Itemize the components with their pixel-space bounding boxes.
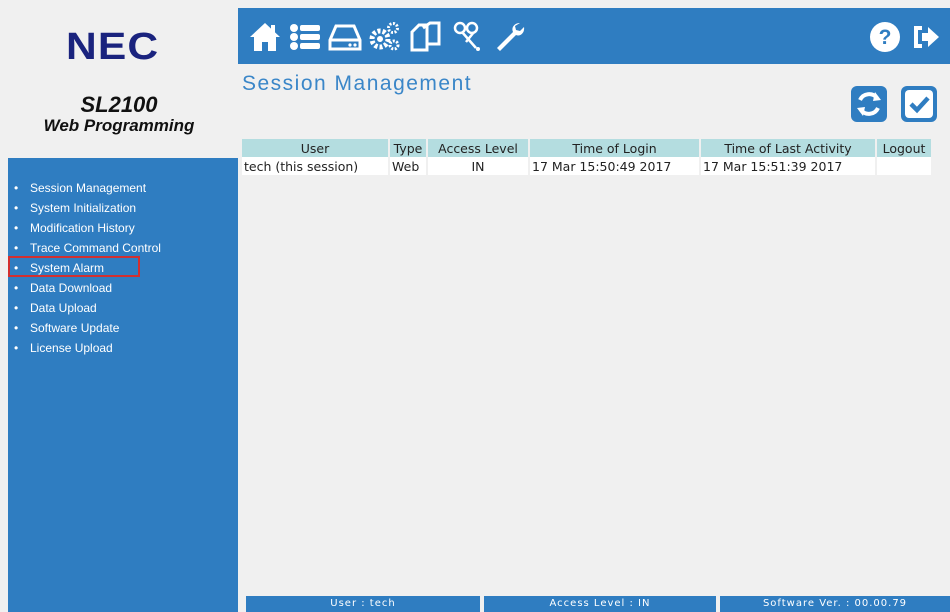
bullet: • [14, 181, 19, 195]
sidebar-item-system-alarm[interactable]: • System Alarm [8, 258, 238, 278]
logout-icon[interactable] [908, 20, 942, 54]
sidebar-item-trace-command-control[interactable]: • Trace Command Control [8, 238, 238, 258]
bullet: • [14, 221, 19, 235]
column-header-type: Type [389, 139, 428, 157]
copy-pages-icon[interactable] [408, 20, 442, 54]
sidebar-item-label: Data Upload [30, 301, 97, 315]
column-header-user: User [242, 139, 390, 157]
sidebar-item-label: Session Management [30, 181, 147, 195]
table-header-row: User Type Access Level Time of Login Tim… [242, 139, 933, 157]
sidebar-item-label: Data Download [30, 281, 113, 295]
bullet: • [14, 201, 19, 215]
sidebar-item-system-initialization[interactable]: • System Initialization [8, 198, 238, 218]
cell-user: tech (this session) [242, 157, 390, 175]
sidebar-item-label: Trace Command Control [30, 241, 161, 255]
scissors-icon[interactable] [452, 20, 486, 54]
status-software-version: Software Ver. : 00.00.79 [720, 596, 950, 612]
cell-type: Web [389, 157, 428, 175]
sidebar-item-license-upload[interactable]: • License Upload [8, 338, 238, 358]
apply-check-icon [905, 90, 933, 118]
sidebar-item-data-upload[interactable]: • Data Upload [8, 298, 238, 318]
nec-logo: NEC [66, 26, 160, 68]
sidebar-item-label: System Initialization [30, 201, 137, 215]
bullet: • [14, 321, 19, 335]
column-header-logout: Logout [876, 139, 933, 157]
product-title: SL2100 [80, 92, 158, 117]
bullet: • [14, 281, 19, 295]
status-access-level: Access Level : IN [484, 596, 716, 612]
product-subtitle: Web Programming [43, 116, 195, 135]
bullet: • [14, 301, 19, 315]
refresh-button[interactable] [851, 86, 887, 122]
sidebar-item-modification-history[interactable]: • Modification History [8, 218, 238, 238]
sidebar: • Session Management • System Initializati… [8, 158, 238, 612]
sidebar-item-software-update[interactable]: • Software Update [8, 318, 238, 338]
sidebar-menu: • Session Management • System Initializati… [8, 178, 238, 358]
cell-access-level: IN [427, 157, 530, 175]
cell-time-of-last-activity: 17 Mar 15:51:39 2017 [700, 157, 877, 175]
table-row: tech (this session) Web IN 17 Mar 15:50:… [242, 157, 933, 175]
sidebar-item-label: System Alarm [30, 261, 105, 275]
branding-panel: NEC SL2100 Web Programming [0, 0, 238, 160]
bullet: • [14, 261, 19, 275]
home-icon[interactable] [248, 20, 282, 54]
wrench-icon[interactable] [492, 20, 526, 54]
page-title: Session Management [242, 72, 473, 95]
drive-icon[interactable] [328, 20, 362, 54]
column-header-time-of-login: Time of Login [529, 139, 701, 157]
refresh-icon [857, 92, 881, 116]
cell-logout[interactable] [876, 157, 933, 175]
bullet: • [14, 241, 19, 255]
apply-button[interactable] [901, 86, 937, 122]
bullet: • [14, 341, 19, 355]
sidebar-item-label: License Upload [30, 341, 113, 355]
sidebar-item-label: Software Update [30, 321, 120, 335]
toolbar: ? [238, 8, 950, 64]
svg-text:?: ? [879, 26, 892, 49]
column-header-access-level: Access Level [427, 139, 530, 157]
sidebar-item-session-management[interactable]: • Session Management [8, 178, 238, 198]
settings-gears-icon[interactable] [368, 20, 402, 54]
sidebar-item-label: Modification History [30, 221, 135, 235]
list-icon[interactable] [288, 20, 322, 54]
column-header-time-of-last-activity: Time of Last Activity [700, 139, 877, 157]
help-icon[interactable]: ? [868, 20, 902, 54]
status-user: User : tech [246, 596, 480, 612]
cell-time-of-login: 17 Mar 15:50:49 2017 [529, 157, 701, 175]
sidebar-item-data-download[interactable]: • Data Download [8, 278, 238, 298]
session-table: User Type Access Level Time of Login Tim… [242, 139, 933, 175]
